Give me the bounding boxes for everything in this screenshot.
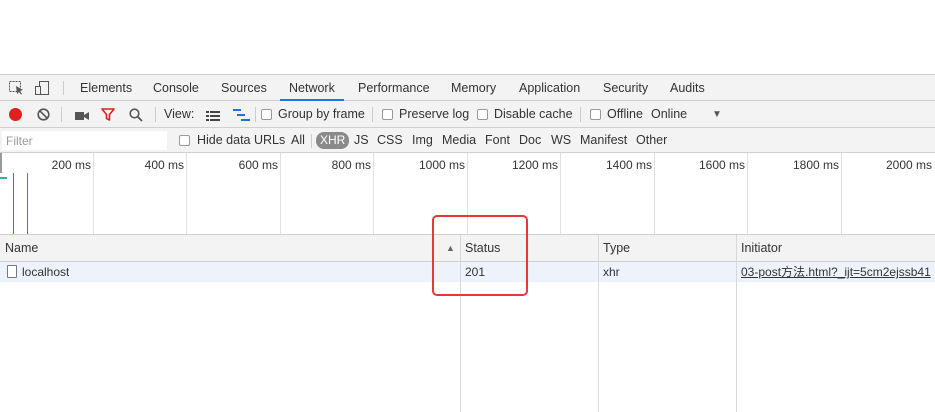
blank-area	[0, 0, 935, 74]
network-toolbar: View: Group by frame Preserve log Disabl…	[0, 101, 935, 128]
timeline-tick-label: 1600 ms	[698, 158, 745, 172]
divider	[255, 107, 256, 122]
timeline-tick-label: 1000 ms	[418, 158, 465, 172]
timeline-gridline	[93, 153, 94, 234]
filter-type-img[interactable]: Img	[412, 128, 433, 153]
divider	[372, 107, 373, 122]
preserve-log-checkbox[interactable]	[382, 109, 393, 120]
tab-memory[interactable]: Memory	[442, 75, 505, 101]
tab-audits[interactable]: Audits	[661, 75, 714, 101]
status-highlight-box	[432, 215, 528, 296]
filter-type-js[interactable]: JS	[354, 128, 369, 153]
disable-cache-checkbox[interactable]	[477, 109, 488, 120]
filter-type-all[interactable]: All	[291, 128, 305, 153]
column-divider[interactable]	[736, 235, 737, 412]
throttling-select[interactable]: Online	[651, 101, 687, 128]
timeline-request-bar	[0, 177, 7, 179]
offline-label: Offline	[607, 107, 643, 121]
record-button[interactable]	[9, 108, 22, 121]
divider	[311, 134, 312, 148]
clear-icon[interactable]	[37, 108, 50, 124]
tab-application[interactable]: Application	[510, 75, 589, 101]
divider	[61, 107, 62, 122]
tab-elements[interactable]: Elements	[71, 75, 141, 101]
tab-performance[interactable]: Performance	[349, 75, 439, 101]
filter-type-xhr[interactable]: XHR	[316, 132, 350, 149]
waterfall-view-icon[interactable]	[233, 109, 250, 124]
timeline-tick-label: 800 ms	[331, 158, 371, 172]
tab-security[interactable]: Security	[594, 75, 657, 101]
filter-type-ws[interactable]: WS	[551, 128, 571, 153]
hide-data-urls-label: Hide data URLs	[197, 133, 286, 147]
column-header-initiator[interactable]: Initiator	[741, 235, 782, 261]
filter-bar: Hide data URLs All XHR JS CSS Img Media …	[0, 128, 935, 153]
offline-checkbox[interactable]	[590, 109, 601, 120]
column-divider[interactable]	[598, 235, 599, 412]
tab-console[interactable]: Console	[144, 75, 208, 101]
timeline-tick-label: 1400 ms	[605, 158, 652, 172]
large-rows-icon[interactable]	[206, 110, 220, 124]
filter-type-css[interactable]: CSS	[377, 128, 403, 153]
filter-type-doc[interactable]: Doc	[519, 128, 541, 153]
timeline-tick-label: 200 ms	[51, 158, 91, 172]
disable-cache-label: Disable cache	[494, 107, 573, 121]
inspect-element-icon[interactable]	[9, 81, 25, 95]
request-initiator-cell: 03-post方法.html?_ijt=5cm2ejssb41	[741, 262, 935, 282]
tab-network[interactable]: Network	[280, 75, 344, 101]
column-header-type[interactable]: Type	[603, 235, 630, 261]
request-initiator-link[interactable]: 03-post方法.html?_ijt=5cm2ejssb41	[741, 265, 931, 279]
device-toolbar-icon[interactable]	[35, 81, 51, 95]
view-label: View:	[164, 107, 195, 121]
filter-funnel-icon[interactable]	[101, 108, 115, 124]
timeline-gridline	[373, 153, 374, 234]
group-by-frame-checkbox[interactable]	[261, 109, 272, 120]
timeline-gridline	[654, 153, 655, 234]
dom-content-loaded-line	[13, 173, 14, 234]
hide-data-urls-checkbox[interactable]	[179, 135, 190, 146]
timeline-gridline	[186, 153, 187, 234]
timeline-gridline	[747, 153, 748, 234]
timeline-tick-label: 400 ms	[144, 158, 184, 172]
timeline-tick-label: 2000 ms	[885, 158, 932, 172]
column-header-name[interactable]: Name	[5, 235, 38, 261]
filter-type-font[interactable]: Font	[485, 128, 510, 153]
divider	[63, 81, 64, 95]
filter-type-other[interactable]: Other	[636, 128, 667, 153]
preserve-log-label: Preserve log	[399, 107, 470, 121]
load-event-line	[27, 173, 28, 234]
search-icon[interactable]	[129, 108, 143, 125]
filter-input[interactable]	[2, 131, 167, 150]
timeline-tick-label: 1200 ms	[511, 158, 558, 172]
filter-type-media[interactable]: Media	[442, 128, 476, 153]
timeline-tick-label: 1800 ms	[792, 158, 839, 172]
timeline-marker	[0, 153, 2, 173]
tab-sources[interactable]: Sources	[212, 75, 276, 101]
timeline-gridline	[841, 153, 842, 234]
request-type: xhr	[603, 265, 620, 279]
timeline-gridline	[280, 153, 281, 234]
chevron-down-icon[interactable]: ▼	[712, 101, 722, 128]
timeline-tick-label: 600 ms	[238, 158, 278, 172]
timeline-gridline	[560, 153, 561, 234]
request-name: localhost	[22, 265, 70, 279]
group-by-frame-label: Group by frame	[278, 107, 365, 121]
document-icon	[7, 265, 17, 278]
screenshot-camera-icon[interactable]	[75, 110, 89, 124]
devtools-tab-bar: Elements Console Sources Network Perform…	[0, 74, 935, 101]
divider	[580, 107, 581, 122]
divider	[155, 107, 156, 122]
filter-type-manifest[interactable]: Manifest	[580, 128, 627, 153]
